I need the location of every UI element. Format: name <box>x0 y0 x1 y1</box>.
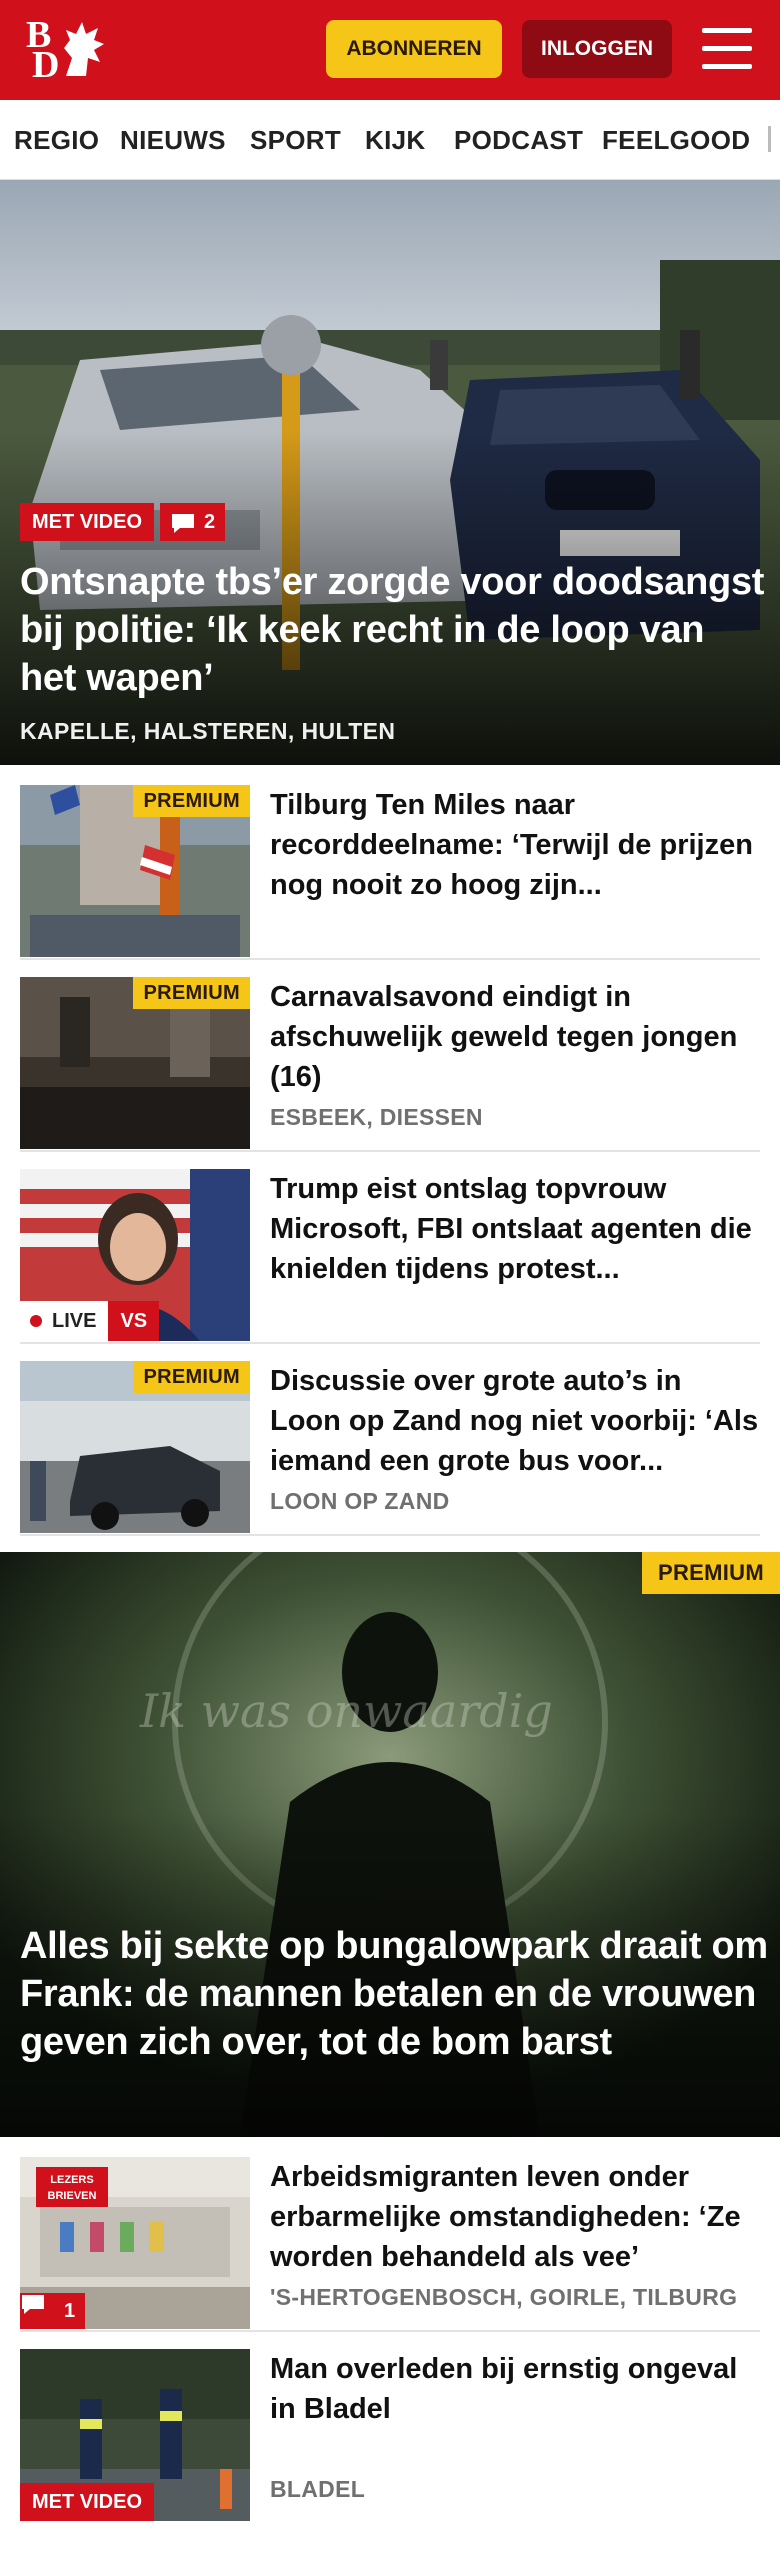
article-title[interactable]: Discussie over grote auto’s in Loon op Z… <box>270 1361 760 1481</box>
video-badge: MET VIDEO <box>20 2483 155 2521</box>
section-nav: REGIO NIEUWS SPORT KIJK PODCAST FEELGOOD <box>0 100 780 180</box>
live-label: LIVE <box>20 1301 109 1341</box>
article-location: LOON OP ZAND <box>270 1488 450 1514</box>
article-thumbnail: PREMIUM <box>20 1361 250 1533</box>
article-card[interactable]: MET VIDEO Man overleden bij ernstig onge… <box>20 2349 760 2521</box>
hero-location: KAPELLE, HALSTEREN, HULTEN <box>20 718 396 744</box>
nav-item-sport[interactable]: SPORT <box>250 125 341 156</box>
nav-item-podcast[interactable]: PODCAST <box>454 125 583 156</box>
nav-overflow-indicator <box>768 126 771 152</box>
article-card[interactable]: LEZERS BRIEVEN 1 Arbeidsmigranten leven … <box>20 2157 760 2332</box>
article-card[interactable]: PREMIUM Tilburg Ten Miles naar recorddee… <box>20 785 760 960</box>
article-card[interactable]: PREMIUM Carnavalsavond eindigt in afschu… <box>20 977 760 1152</box>
nav-item-feelgood[interactable]: FEELGOOD <box>602 125 750 156</box>
comment-count: 2 <box>204 511 216 533</box>
feature-headline[interactable]: Alles bij sekte op bungalowpark draait o… <box>20 1922 770 2066</box>
premium-badge: PREMIUM <box>642 1552 780 1594</box>
subscribe-button[interactable]: ABONNEREN <box>326 20 502 78</box>
article-location: 'S-HERTOGENBOSCH, GOIRLE, TILBURG <box>270 2284 738 2310</box>
article-thumbnail: LIVE VS <box>20 1169 250 1341</box>
article-thumbnail: MET VIDEO <box>20 2349 250 2521</box>
article-title[interactable]: Tilburg Ten Miles naar recorddeelname: ‘… <box>270 785 760 905</box>
premium-badge: PREMIUM <box>133 785 250 817</box>
menu-icon[interactable] <box>702 28 752 70</box>
premium-badge: PREMIUM <box>133 977 250 1009</box>
lion-icon <box>64 22 104 76</box>
article-thumbnail: PREMIUM <box>20 785 250 957</box>
comment-count-badge[interactable]: 2 <box>160 503 226 541</box>
nav-item-kijk[interactable]: KIJK <box>365 125 425 156</box>
article-title[interactable]: Arbeidsmigranten leven onder erbarmelijk… <box>270 2157 760 2277</box>
hero-article[interactable]: MET VIDEO 2 Ontsnapte tbs’er zorgde voor… <box>0 180 780 765</box>
feature-watermark: Ik was onwaardig <box>139 1684 553 1738</box>
article-thumbnail: PREMIUM <box>20 977 250 1149</box>
nav-item-regio[interactable]: REGIO <box>14 125 99 156</box>
hero-headline[interactable]: Ontsnapte tbs’er zorgde voor doodsangst … <box>20 558 765 702</box>
letters-sign-line2: BRIEVEN <box>48 2190 97 2202</box>
article-card[interactable]: PREMIUM Discussie over grote auto’s in L… <box>20 1361 760 1536</box>
comment-count-badge[interactable]: 1 <box>20 2293 86 2329</box>
letters-sign-line1: LEZERS <box>50 2174 93 2186</box>
feature-article[interactable]: Ik was onwaardig PREMIUM Alles bij sekte… <box>0 1552 780 2137</box>
article-title[interactable]: Man overleden bij ernstig ongeval in Bla… <box>270 2349 760 2439</box>
comment-icon <box>22 2295 44 2314</box>
article-location: ESBEEK, DIESSEN <box>270 1104 483 1130</box>
comment-icon <box>172 514 194 533</box>
bd-logo[interactable]: B D <box>26 16 116 86</box>
article-thumbnail: LEZERS BRIEVEN 1 <box>20 2157 250 2329</box>
premium-badge: PREMIUM <box>133 1361 250 1393</box>
topic-tag: VS <box>108 1301 160 1341</box>
site-header: B D ABONNEREN INLOGGEN <box>0 0 780 100</box>
comment-count: 1 <box>64 2300 76 2322</box>
article-location: BLADEL <box>270 2476 366 2502</box>
video-badge: MET VIDEO <box>20 503 155 541</box>
article-title[interactable]: Trump eist ontslag topvrouw Microsoft, F… <box>270 1169 760 1289</box>
article-title[interactable]: Carnavalsavond eindigt in afschuwelijk g… <box>270 977 760 1097</box>
live-badge: LIVE VS <box>20 1301 160 1341</box>
article-card[interactable]: LIVE VS Trump eist ontslag topvrouw Micr… <box>20 1169 760 1344</box>
nav-item-nieuws[interactable]: NIEUWS <box>120 125 226 156</box>
login-button[interactable]: INLOGGEN <box>522 20 672 78</box>
